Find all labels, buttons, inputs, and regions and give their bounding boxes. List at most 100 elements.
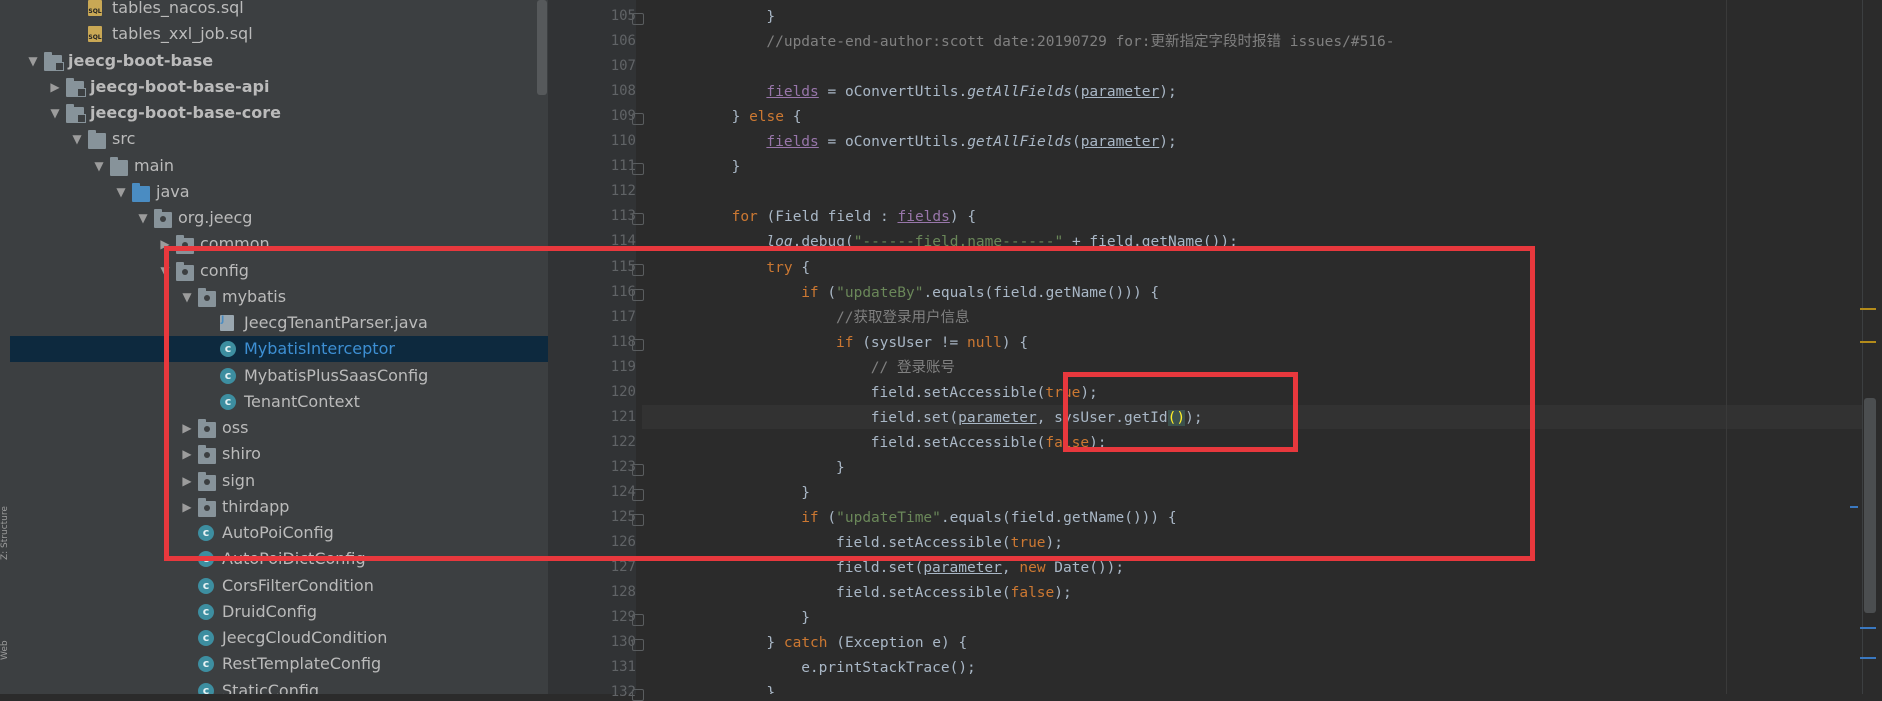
tree-item[interactable]: c RestTemplateConfig: [10, 651, 548, 677]
code-token: fields: [897, 209, 950, 226]
code-token: false: [1010, 585, 1055, 602]
code-token: (Field field :: [757, 209, 898, 226]
annotation-highlight-box-small: [1063, 372, 1298, 452]
line-number: 128: [610, 584, 636, 601]
tree-item[interactable]: c CorsFilterCondition: [10, 573, 548, 599]
expand-arrow-icon[interactable]: ▼: [136, 205, 150, 231]
code-line[interactable]: e.printStackTrace();: [801, 656, 976, 681]
line-number: 131: [610, 659, 636, 676]
code-line[interactable]: }: [732, 155, 741, 180]
tree-item-label: tables_nacos.sql: [112, 0, 244, 17]
code-line[interactable]: }: [801, 606, 810, 631]
tree-item-label: org.jeecg: [178, 208, 253, 227]
fold-marker-icon[interactable]: [632, 288, 644, 301]
project-tree-scrollbar[interactable]: [537, 0, 547, 95]
tree-item[interactable]: ▼ main: [10, 153, 548, 179]
warning-marker[interactable]: [1860, 308, 1876, 310]
code-token: else: [749, 109, 784, 126]
editor-scrollbar-thumb[interactable]: [1864, 398, 1876, 613]
info-marker[interactable]: [1850, 506, 1858, 508]
fold-marker-icon[interactable]: [632, 213, 644, 226]
class-icon: c: [198, 603, 214, 620]
expand-arrow-icon[interactable]: ▼: [114, 179, 128, 205]
code-line[interactable]: } catch (Exception e) {: [766, 631, 967, 656]
right-margin-guide: [1726, 0, 1727, 694]
code-line[interactable]: } else {: [732, 105, 802, 130]
class-icon: c: [198, 682, 214, 694]
code-token: field.setAccessible(: [836, 585, 1011, 602]
code-line[interactable]: fields = oConvertUtils.getAllFields(para…: [766, 130, 1176, 155]
code-token: {: [783, 109, 802, 126]
tree-item[interactable]: ▼ src: [10, 126, 548, 152]
class-icon: c: [198, 656, 214, 673]
tree-item[interactable]: SQL tables_nacos.sql: [10, 0, 548, 21]
code-token: fields: [766, 84, 819, 101]
tree-item-label: JeecgCloudCondition: [222, 628, 388, 647]
fold-marker-icon[interactable]: [632, 689, 644, 701]
tree-item-label: DruidConfig: [222, 601, 317, 621]
line-number: 113: [610, 208, 636, 225]
code-token: fields: [766, 134, 819, 151]
collapse-arrow-icon[interactable]: ▶: [48, 74, 62, 100]
tree-item[interactable]: SQL tables_xxl_job.sql: [10, 21, 548, 47]
tree-item[interactable]: ▶ jeecg-boot-base-api: [10, 74, 548, 100]
fold-marker-icon[interactable]: [632, 163, 644, 176]
expand-arrow-icon[interactable]: ▼: [70, 126, 84, 152]
code-token: }: [801, 610, 810, 627]
fold-marker-icon[interactable]: [632, 263, 644, 276]
tree-item[interactable]: ▼ java: [10, 179, 548, 205]
fold-marker-icon[interactable]: [632, 338, 644, 351]
line-number: 132: [610, 684, 636, 701]
tree-item-label: jeecg-boot-base-core: [90, 103, 281, 122]
tree-item[interactable]: ▼ org.jeecg: [10, 205, 548, 231]
module-folder-icon: [66, 104, 86, 123]
tree-item[interactable]: ▼ jeecg-boot-base-core: [10, 100, 548, 126]
code-token: }: [766, 9, 776, 25]
expand-arrow-icon[interactable]: ▼: [26, 48, 40, 74]
code-token: = oConvertUtils.: [818, 134, 968, 151]
code-line[interactable]: field.setAccessible(false);: [836, 581, 1072, 606]
code-line[interactable]: for (Field field : fields) {: [732, 205, 976, 230]
code-token: );: [1054, 585, 1072, 602]
fold-marker-icon[interactable]: [632, 639, 644, 652]
line-number: 105: [610, 8, 636, 24]
module-folder-icon: [44, 51, 64, 71]
expand-arrow-icon[interactable]: ▼: [92, 153, 106, 179]
fold-marker-icon[interactable]: [632, 113, 644, 126]
code-token: catch: [783, 635, 828, 652]
code-token: getAllFields: [967, 84, 1072, 101]
fold-marker-icon[interactable]: [632, 614, 644, 627]
info-marker[interactable]: [1860, 657, 1876, 659]
code-line[interactable]: //update-end-author:scott date:20190729 …: [766, 30, 1394, 55]
code-token: (: [1071, 84, 1081, 101]
class-icon: c: [198, 630, 214, 646]
web-side-tab[interactable]: Web: [0, 600, 10, 660]
fold-marker-icon[interactable]: [632, 514, 644, 526]
structure-side-tab[interactable]: Z: Structure: [0, 480, 10, 560]
tree-item[interactable]: ▼ jeecg-boot-base: [10, 48, 548, 74]
tree-item-label: StaticConfig: [222, 680, 320, 695]
code-line[interactable]: }: [766, 5, 775, 30]
expand-arrow-icon[interactable]: ▼: [48, 100, 62, 126]
info-marker[interactable]: [1860, 627, 1876, 629]
code-line[interactable]: }: [766, 681, 775, 694]
fold-marker-icon[interactable]: [632, 463, 644, 476]
code-token: );: [1159, 134, 1177, 151]
fold-marker-icon[interactable]: [632, 488, 644, 501]
code-token: for: [731, 209, 758, 226]
code-token: = oConvertUtils.: [818, 84, 968, 101]
tree-item[interactable]: c JeecgCloudCondition: [10, 625, 548, 651]
code-token: Date());: [1045, 560, 1125, 577]
line-number: 111: [610, 158, 636, 175]
code-token: parameter: [1080, 84, 1160, 101]
code-line[interactable]: fields = oConvertUtils.getAllFields(para…: [766, 80, 1176, 105]
warning-marker[interactable]: [1860, 341, 1876, 343]
code-token: (: [1071, 134, 1081, 151]
line-number: 129: [610, 609, 636, 626]
code-token: //update-end-author:scott date:20190729 …: [766, 34, 1395, 51]
tree-item[interactable]: c DruidConfig: [10, 599, 548, 625]
code-token: parameter: [1080, 134, 1160, 151]
code-token: ,: [1001, 560, 1020, 577]
tree-item[interactable]: c StaticConfig: [10, 678, 548, 695]
fold-marker-icon[interactable]: [632, 13, 644, 25]
